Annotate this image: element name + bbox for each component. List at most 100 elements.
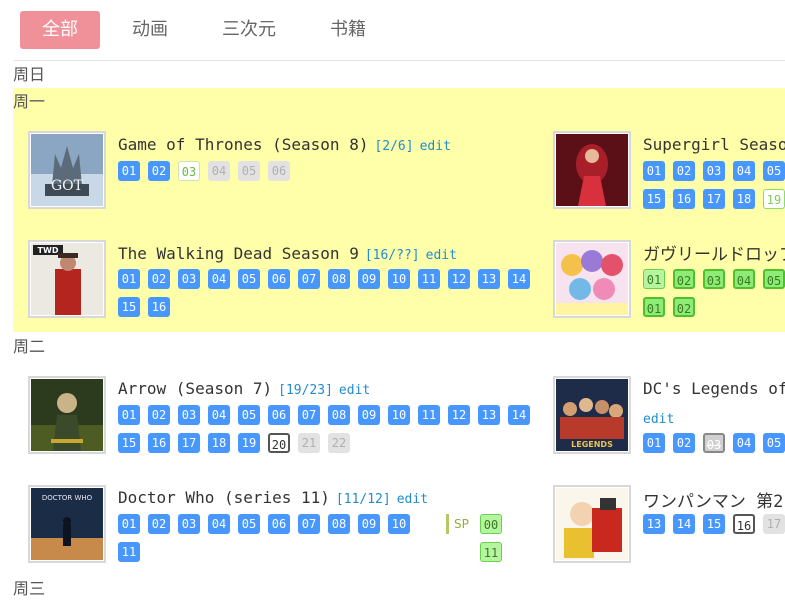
episode-button[interactable]: 04 (208, 269, 230, 289)
episode-button[interactable]: 14 (673, 514, 695, 534)
episode-button[interactable]: 20 (268, 433, 290, 453)
cover-dcs-legends[interactable]: LEGENDS (553, 376, 631, 454)
episode-button[interactable]: 06 (268, 269, 290, 289)
episode-button[interactable]: 16 (148, 297, 170, 317)
episode-button[interactable]: 11 (418, 269, 440, 289)
cover-walking-dead[interactable]: TWD (28, 240, 106, 318)
episode-button[interactable]: 06 (268, 514, 290, 534)
tab-all[interactable]: 全部 (20, 11, 100, 49)
episode-button[interactable]: 03 (703, 161, 725, 181)
episode-button[interactable]: 00 (480, 514, 502, 534)
episode-button[interactable]: 12 (448, 405, 470, 425)
episode-button[interactable]: 18 (208, 433, 230, 453)
episode-button[interactable]: 03 (703, 269, 725, 289)
episode-button[interactable]: 01 (118, 405, 140, 425)
episode-button[interactable]: 16 (733, 514, 755, 534)
edit-link[interactable]: edit (339, 383, 370, 398)
episode-button[interactable]: 03 (703, 433, 725, 453)
episode-button[interactable]: 11 (480, 542, 502, 562)
episode-button[interactable]: 03 (178, 269, 200, 289)
episode-button[interactable]: 08 (328, 269, 350, 289)
subject-title[interactable]: ガヴリールドロップ (643, 245, 785, 265)
episode-button[interactable]: 04 (733, 433, 755, 453)
episode-button[interactable]: 02 (673, 161, 695, 181)
episode-button[interactable]: 04 (208, 161, 230, 181)
edit-link[interactable]: edit (420, 139, 451, 154)
episode-button[interactable]: 16 (673, 189, 695, 209)
episode-button[interactable]: 01 (643, 161, 665, 181)
episode-button[interactable]: 03 (178, 405, 200, 425)
episode-button[interactable]: 03 (178, 161, 200, 181)
episode-button[interactable]: 22 (328, 433, 350, 453)
episode-button[interactable]: 01 (118, 269, 140, 289)
episode-button[interactable]: 19 (763, 189, 785, 209)
subject-title[interactable]: Doctor Who (series 11) (118, 488, 330, 507)
episode-button[interactable]: 05 (763, 161, 785, 181)
episode-button[interactable]: 01 (643, 433, 665, 453)
episode-button[interactable]: 08 (328, 405, 350, 425)
episode-button[interactable]: 17 (763, 514, 785, 534)
episode-button[interactable]: 13 (478, 269, 500, 289)
episode-button[interactable]: 13 (643, 514, 665, 534)
episode-button[interactable]: 15 (118, 433, 140, 453)
episode-button[interactable]: 05 (238, 405, 260, 425)
episode-button[interactable]: 11 (418, 405, 440, 425)
episode-button[interactable]: 04 (733, 161, 755, 181)
episode-button[interactable]: 14 (508, 405, 530, 425)
episode-button[interactable]: 05 (238, 514, 260, 534)
episode-button[interactable]: 02 (148, 405, 170, 425)
episode-button[interactable]: 01 (118, 514, 140, 534)
cover-gabriel-dropout[interactable] (553, 240, 631, 318)
subject-title[interactable]: Arrow (Season 7) (118, 379, 272, 398)
episode-button[interactable]: 09 (358, 514, 380, 534)
edit-link[interactable]: edit (426, 248, 457, 263)
subject-title[interactable]: ワンパンマン 第2 (643, 492, 783, 512)
episode-button[interactable]: 15 (118, 297, 140, 317)
episode-button[interactable]: 01 (643, 269, 665, 289)
edit-link[interactable]: edit (397, 492, 428, 507)
episode-button[interactable]: 02 (148, 161, 170, 181)
episode-button[interactable]: 09 (358, 405, 380, 425)
episode-button[interactable]: 04 (733, 269, 755, 289)
episode-button[interactable]: 13 (478, 405, 500, 425)
subject-title[interactable]: Game of Thrones (Season 8) (118, 135, 368, 154)
episode-button[interactable]: 10 (388, 269, 410, 289)
episode-button[interactable]: 01 (118, 161, 140, 181)
episode-button[interactable]: 08 (328, 514, 350, 534)
episode-button[interactable]: 12 (448, 269, 470, 289)
tab-anime[interactable]: 动画 (110, 11, 190, 49)
episode-button[interactable]: 07 (298, 269, 320, 289)
episode-button[interactable]: 15 (703, 514, 725, 534)
episode-button[interactable]: 10 (388, 514, 410, 534)
episode-button[interactable]: 16 (148, 433, 170, 453)
episode-button[interactable]: 11 (118, 542, 140, 562)
episode-button[interactable]: 02 (148, 514, 170, 534)
tab-books[interactable]: 书籍 (308, 11, 388, 49)
episode-button[interactable]: 09 (358, 269, 380, 289)
tab-real[interactable]: 三次元 (200, 11, 298, 49)
episode-button[interactable]: 07 (298, 514, 320, 534)
episode-button[interactable]: 21 (298, 433, 320, 453)
episode-button[interactable]: 10 (388, 405, 410, 425)
episode-button[interactable]: 17 (178, 433, 200, 453)
episode-button[interactable]: 03 (178, 514, 200, 534)
episode-button[interactable]: 02 (673, 433, 695, 453)
episode-button[interactable]: 02 (673, 297, 695, 317)
episode-button[interactable]: 07 (298, 405, 320, 425)
cover-arrow[interactable] (28, 376, 106, 454)
episode-button[interactable]: 15 (643, 189, 665, 209)
subject-title[interactable]: Supergirl Season (643, 135, 785, 154)
episode-button[interactable]: 06 (268, 405, 290, 425)
episode-button[interactable]: 18 (733, 189, 755, 209)
episode-button[interactable]: 04 (208, 405, 230, 425)
cover-game-of-thrones[interactable]: GOT (28, 131, 106, 209)
episode-button[interactable]: 06 (268, 161, 290, 181)
cover-doctor-who[interactable]: DOCTOR WHO (28, 485, 106, 563)
episode-button[interactable]: 05 (763, 433, 785, 453)
episode-button[interactable]: 05 (763, 269, 785, 289)
edit-link[interactable]: edit (643, 412, 674, 427)
subject-title[interactable]: The Walking Dead Season 9 (118, 244, 359, 263)
episode-button[interactable]: 17 (703, 189, 725, 209)
cover-supergirl[interactable] (553, 131, 631, 209)
episode-button[interactable]: 01 (643, 297, 665, 317)
